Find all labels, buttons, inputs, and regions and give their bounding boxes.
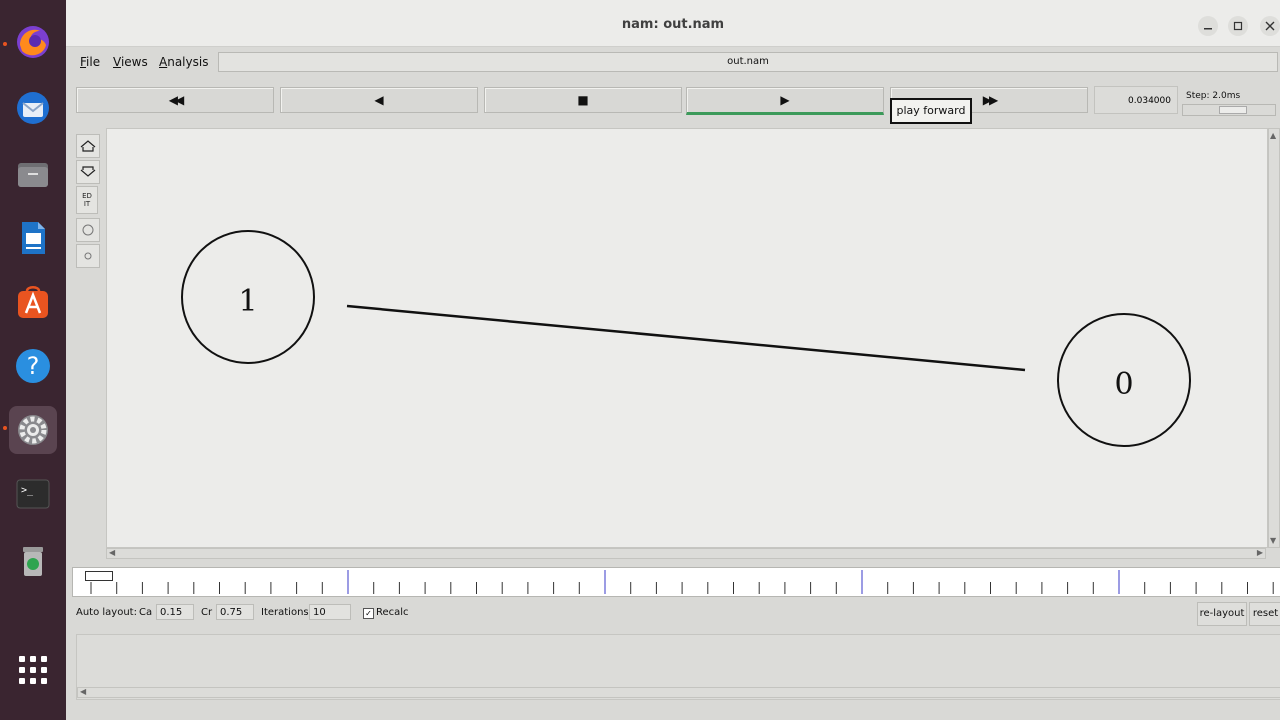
scroll-right-icon[interactable]: ▶	[1257, 548, 1263, 557]
minimize-button[interactable]	[1198, 16, 1218, 36]
play-forward-icon: ▶	[780, 93, 790, 107]
play-forward-button[interactable]: ▶	[686, 87, 884, 115]
cr-label: Cr	[201, 607, 213, 618]
link-1-0[interactable]	[346, 304, 1026, 372]
canvas-horizontal-scrollbar[interactable]: ◀ ▶	[106, 548, 1266, 559]
trace-filename: out.nam	[218, 52, 1278, 72]
zoom-in-icon	[80, 140, 96, 152]
current-time: 0.034000	[1094, 86, 1178, 114]
canvas-vertical-scrollbar[interactable]: ▲ ▼	[1268, 128, 1280, 548]
dock-terminal[interactable]: >_	[9, 470, 57, 518]
rewind-button[interactable]: ◀◀	[76, 87, 274, 113]
dock-show-apps[interactable]	[9, 646, 57, 694]
stop-icon: ■	[577, 93, 589, 107]
running-indicator	[3, 426, 7, 430]
reset-button[interactable]: reset	[1249, 602, 1280, 626]
dock-thunderbird[interactable]	[9, 84, 57, 132]
zoom-out-tool[interactable]	[76, 160, 100, 184]
ca-label: Ca	[139, 607, 153, 618]
maximize-button[interactable]	[1228, 16, 1248, 36]
settings-icon	[18, 415, 48, 445]
iterations-label: Iterations	[261, 607, 309, 618]
ca-input[interactable]: 0.15	[156, 604, 194, 620]
node-tool[interactable]	[76, 218, 100, 242]
dock-firefox[interactable]	[9, 18, 57, 66]
node-circle-icon	[82, 224, 94, 236]
zoom-out-icon	[80, 166, 96, 177]
dock-trash[interactable]	[9, 536, 57, 584]
step-slider-thumb[interactable]	[1219, 106, 1247, 114]
close-icon	[1265, 21, 1275, 31]
writer-icon	[22, 222, 45, 254]
thunderbird-icon	[17, 92, 49, 124]
menu-analysis[interactable]: Analysis	[159, 55, 208, 69]
auto-layout-label: Auto layout:	[76, 607, 137, 618]
dock-writer[interactable]	[9, 214, 57, 262]
trash-icon	[23, 547, 43, 576]
play-forward-tooltip: play forward	[890, 98, 972, 124]
dock-settings[interactable]	[9, 406, 57, 454]
maximize-icon	[1233, 21, 1243, 31]
app-dock: ? >_	[0, 0, 66, 720]
scroll-up-icon[interactable]: ▲	[1270, 131, 1276, 140]
time-slider[interactable]	[72, 567, 1280, 597]
dock-files[interactable]	[9, 150, 57, 198]
timeline-ticks	[90, 570, 1274, 594]
play-backward-icon: ◀	[374, 93, 384, 107]
network-topology: 1 0	[181, 230, 1191, 447]
annotation-scrollbar[interactable]: ◀	[77, 687, 1280, 698]
menu-views[interactable]: Views	[113, 55, 148, 69]
dock-help[interactable]: ?	[9, 342, 57, 390]
iterations-input[interactable]: 10	[309, 604, 351, 620]
window-title: nam: out.nam	[621, 17, 725, 32]
terminal-icon: >_	[16, 479, 50, 509]
fast-forward-icon: ▶▶	[982, 93, 999, 107]
cr-input[interactable]: 0.75	[216, 604, 254, 620]
zoom-in-tool[interactable]	[76, 134, 100, 158]
rewind-icon: ◀◀	[168, 93, 185, 107]
show-apps-icon	[19, 656, 47, 684]
running-indicator	[3, 42, 7, 46]
title-bar[interactable]: nam: out.nam	[66, 0, 1280, 47]
stop-button[interactable]: ■	[484, 87, 682, 113]
step-label: Step: 2.0ms	[1186, 91, 1241, 101]
scroll-down-icon[interactable]: ▼	[1270, 536, 1276, 545]
play-backward-button[interactable]: ◀	[280, 87, 478, 113]
terminal-glyph: >_	[21, 485, 34, 496]
close-button[interactable]	[1260, 16, 1280, 36]
node-1-label: 1	[238, 284, 257, 319]
help-icon: ?	[16, 349, 50, 383]
recalc-checkbox[interactable]: ✓	[363, 608, 374, 619]
firefox-icon	[17, 26, 49, 58]
menu-file[interactable]: File	[80, 55, 100, 69]
tool-palette: ED IT	[74, 132, 100, 560]
relayout-button[interactable]: re-layout	[1197, 602, 1247, 626]
annotation-area[interactable]: ◀	[76, 634, 1280, 700]
dock-app-center[interactable]	[9, 278, 57, 326]
help-glyph: ?	[27, 352, 40, 380]
files-icon	[18, 163, 48, 187]
minimize-icon	[1204, 28, 1212, 30]
network-canvas[interactable]: 1 0	[106, 128, 1268, 548]
recalc-label: Recalc	[376, 607, 409, 618]
scroll-left-icon[interactable]: ◀	[109, 548, 115, 557]
small-circle-icon	[84, 252, 92, 260]
annotation-scroll-left-icon[interactable]: ◀	[80, 687, 86, 696]
small-node-tool[interactable]	[76, 244, 100, 268]
step-slider[interactable]	[1182, 104, 1276, 116]
edit-tool[interactable]: ED IT	[76, 186, 98, 214]
nam-window: nam: out.nam File Views Analysis out.nam…	[66, 0, 1280, 720]
node-0-label: 0	[1114, 367, 1133, 402]
app-center-icon	[18, 286, 48, 318]
